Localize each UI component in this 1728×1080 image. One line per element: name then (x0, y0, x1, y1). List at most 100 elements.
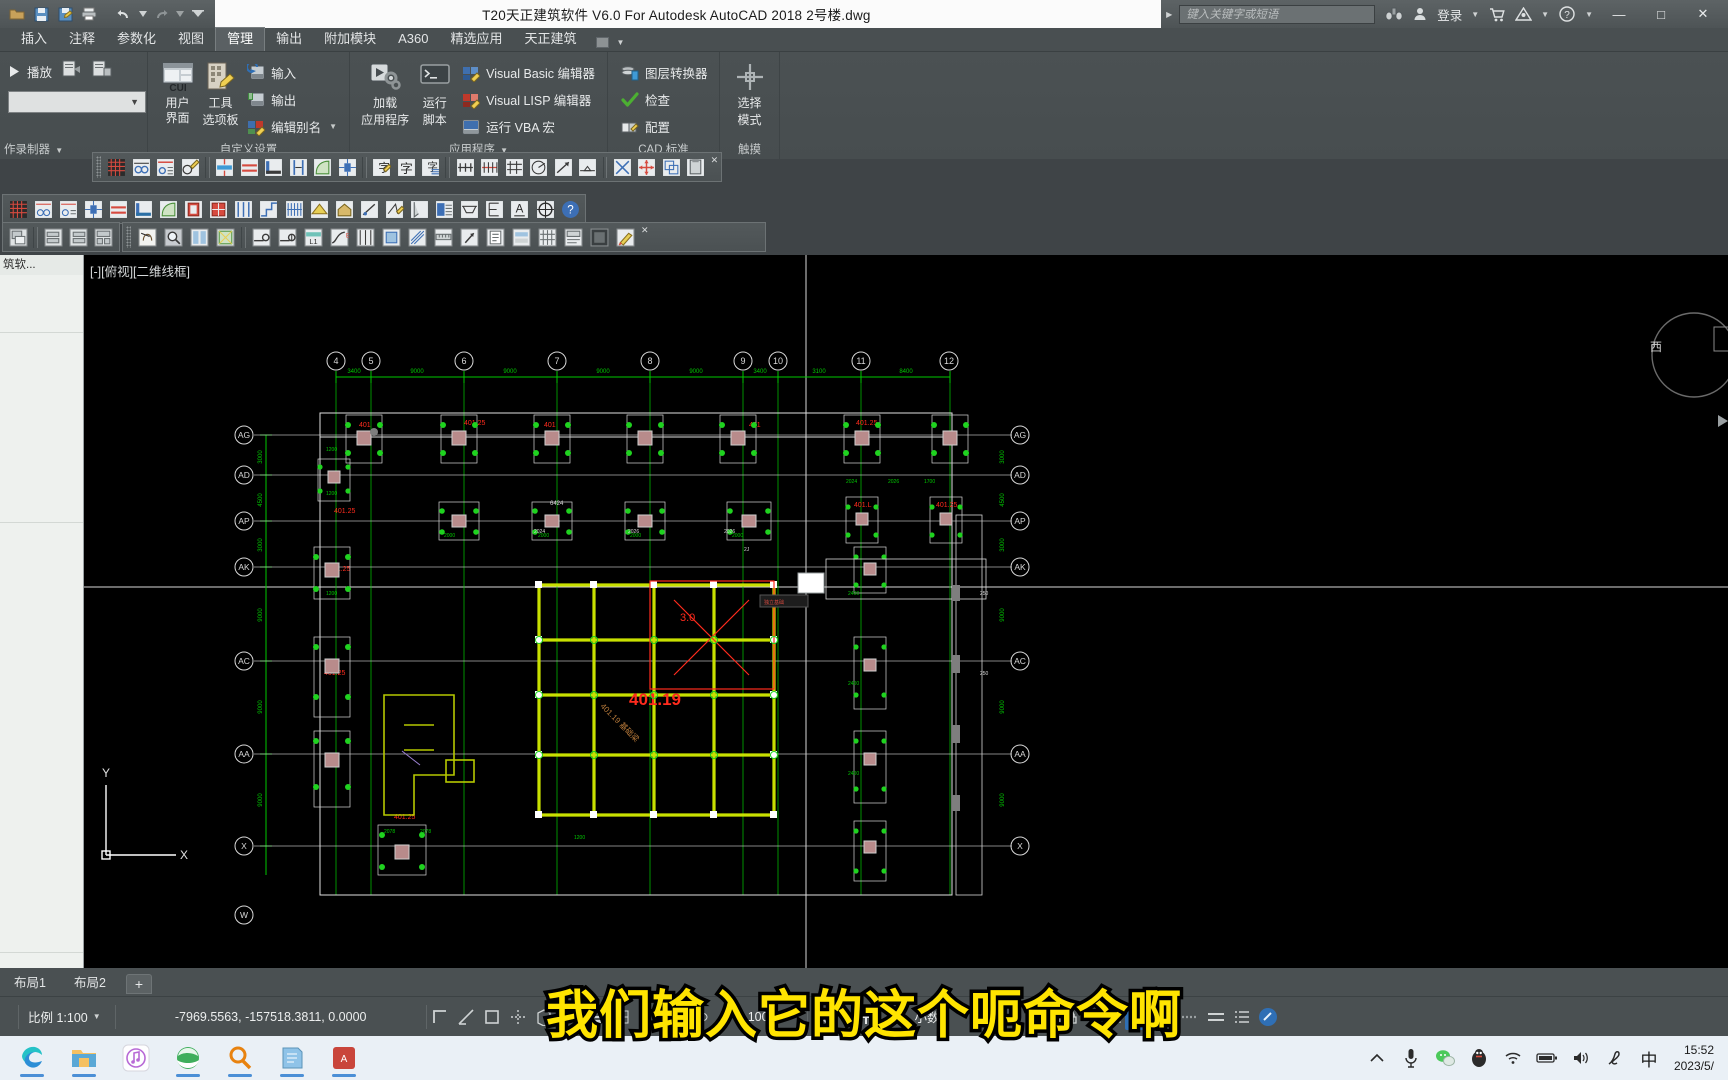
chevron-down-icon[interactable]: ▼ (55, 146, 63, 155)
tb2-grid-icon[interactable] (6, 197, 30, 222)
tb2-target-icon[interactable] (533, 197, 557, 222)
settings-dropdown-icon[interactable]: ▼ (834, 1012, 852, 1021)
tb4-dark-icon[interactable] (587, 225, 612, 250)
tab-output[interactable]: 输出 (265, 28, 313, 51)
tb-axis-dim-icon[interactable] (129, 155, 153, 180)
qat-more-icon[interactable] (187, 3, 209, 25)
volume-icon[interactable] (1564, 1036, 1598, 1080)
tb-dim-baseline-icon[interactable] (502, 155, 526, 180)
isolate-objects-icon[interactable] (1099, 1004, 1125, 1030)
tb4-measure-icon[interactable] (431, 225, 456, 250)
tb4-layer-icon[interactable] (509, 225, 534, 250)
action-macro-combo[interactable]: ▼ (8, 91, 146, 113)
lock-dropdown-icon[interactable]: ▼ (1081, 1012, 1099, 1021)
units-display[interactable]: 小数 (906, 1000, 1010, 1034)
tb2-text-icon[interactable] (382, 197, 406, 222)
tb-wall-draw-icon[interactable] (213, 155, 237, 180)
save-icon[interactable] (30, 3, 52, 25)
user-interface-button[interactable]: CUI 用户 界面 (156, 57, 199, 126)
layout-tab-1[interactable]: 布局1 (0, 969, 60, 996)
palette-section[interactable] (0, 275, 83, 333)
check-standards-button[interactable]: 检查 (616, 87, 712, 112)
configure-standards-button[interactable]: 配置 (616, 114, 712, 139)
tb2-door-icon[interactable] (182, 197, 206, 222)
clean-screen-icon[interactable] (1151, 1004, 1177, 1030)
import-cui-button[interactable]: 输入 (242, 60, 341, 85)
edge-icon[interactable] (6, 1036, 58, 1080)
workspace-icon[interactable] (1028, 1004, 1054, 1030)
tb2-curve-icon[interactable] (157, 197, 181, 222)
tb-edit-trim-icon[interactable] (610, 155, 634, 180)
annotation-scale-icon[interactable] (880, 1004, 906, 1030)
export-cui-button[interactable]: 输出 (242, 87, 341, 112)
tb2-section-icon[interactable] (458, 197, 482, 222)
tb2-letter-a-icon[interactable]: A (508, 197, 532, 222)
tb2-stair-icon[interactable] (232, 197, 256, 222)
tb4-break-icon[interactable] (353, 225, 378, 250)
notepad-icon[interactable] (266, 1036, 318, 1080)
hardware-accel-icon[interactable] (1125, 1003, 1152, 1030)
tb-edit-copy-icon[interactable] (660, 155, 684, 180)
select-mode-button[interactable]: 选择 模式 (728, 57, 771, 128)
layout-tab-2[interactable]: 布局2 (60, 969, 120, 996)
save-as-icon[interactable] (54, 3, 76, 25)
tb-text-multi-icon[interactable]: 字 (394, 155, 418, 180)
layer-translator-button[interactable]: 图层转换器 (616, 60, 712, 85)
tb4-note-icon[interactable] (483, 225, 508, 250)
coordinate-display[interactable]: -7969.5563, -157518.3811, 0.0000 (116, 1000, 426, 1034)
autodesk-icon[interactable] (1510, 1, 1536, 27)
tb-wall-single-icon[interactable] (237, 155, 261, 180)
tb3-a-icon[interactable] (6, 225, 30, 250)
microphone-icon[interactable] (1394, 1036, 1428, 1080)
tab-view[interactable]: 视图 (167, 28, 215, 51)
zoom-level-display[interactable]: 100% ▼ (739, 1000, 807, 1034)
tb4-line-end-icon[interactable] (249, 225, 274, 250)
tb4-viewport-icon[interactable] (213, 225, 238, 250)
tb3-c-icon[interactable] (66, 225, 90, 250)
taskbar-clock[interactable]: 15:52 2023/5/ (1666, 1042, 1722, 1074)
run-script-button[interactable]: 运行 脚本 (412, 57, 457, 128)
3d-osnap-icon[interactable] (661, 1004, 687, 1030)
tb4-table-icon[interactable] (187, 225, 212, 250)
infocenter-expand-icon[interactable]: ▶ (1161, 10, 1177, 19)
tb3-b-icon[interactable] (41, 225, 65, 250)
units-dropdown-icon[interactable]: ▼ (1010, 1012, 1028, 1021)
palette-section[interactable] (0, 523, 83, 953)
tb4-hand-icon[interactable] (135, 225, 160, 250)
cart-icon[interactable] (1484, 1, 1510, 27)
tb-wall-thick-icon[interactable] (262, 155, 286, 180)
tb2-elevation-icon[interactable] (483, 197, 507, 222)
tb4-spline-icon[interactable]: E (327, 225, 352, 250)
internet-explorer-icon[interactable] (162, 1036, 214, 1080)
ime-chinese-icon[interactable]: 中 (1632, 1036, 1666, 1080)
selection-cycling-icon[interactable] (635, 1004, 661, 1030)
tb-column-icon[interactable] (335, 155, 359, 180)
maximize-button[interactable]: □ (1640, 0, 1682, 28)
dyn-input-icon[interactable] (557, 1004, 583, 1030)
palette-section[interactable] (0, 333, 83, 523)
auto-scale-icon[interactable] (713, 1004, 739, 1030)
minimize-button[interactable]: — (1598, 0, 1640, 28)
undo-dropdown-icon[interactable] (137, 3, 148, 25)
macro-options-icon[interactable] (92, 60, 112, 83)
tb4-arrow-icon[interactable] (457, 225, 482, 250)
tool-palettes-button[interactable]: 工具 选项板 (199, 57, 242, 128)
chevron-down-icon[interactable]: ▼ (329, 122, 337, 131)
tab-insert[interactable]: 插入 (10, 28, 58, 51)
tb2-help-icon[interactable]: ? (558, 197, 582, 222)
sign-in-dropdown-icon[interactable]: ▼ (1466, 10, 1484, 19)
tb-dim-angular-icon[interactable] (527, 155, 551, 180)
tb2-axis-icon[interactable] (31, 197, 55, 222)
toolbar-close-icon[interactable]: ✕ (641, 225, 649, 236)
qq-icon[interactable] (1462, 1036, 1496, 1080)
chevron-down-icon[interactable]: ▼ (780, 1012, 798, 1021)
tb-axis-edit-icon[interactable] (178, 155, 202, 180)
tb2-window-icon[interactable] (207, 197, 231, 222)
tb3-d-icon[interactable] (92, 225, 116, 250)
tb4-dim-l1-icon[interactable]: L1 (301, 225, 326, 250)
tb4-zoom-icon[interactable] (161, 225, 186, 250)
autodesk-dropdown-icon[interactable]: ▼ (1536, 10, 1554, 19)
tb-dim-elev-icon[interactable] (576, 155, 600, 180)
otrack-icon[interactable] (505, 1004, 531, 1030)
tab-a360[interactable]: A360 (387, 28, 439, 51)
